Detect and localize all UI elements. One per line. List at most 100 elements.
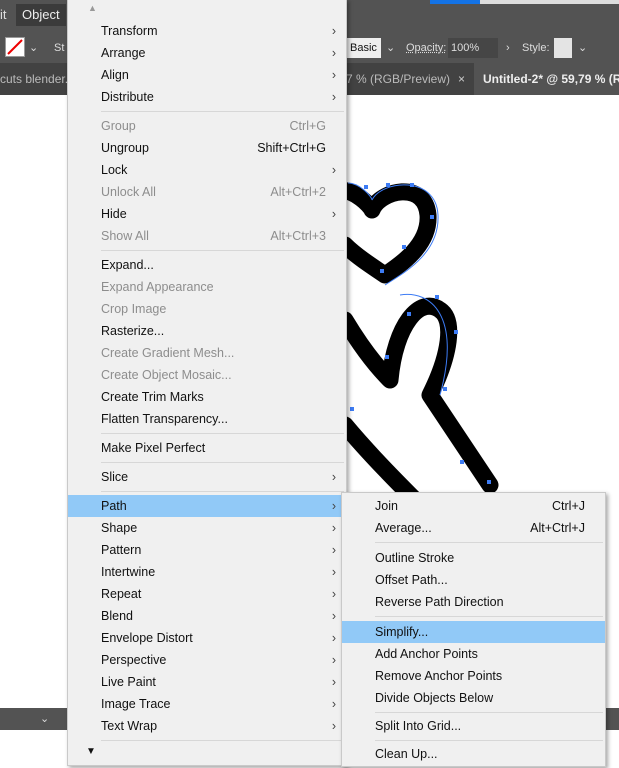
menu-object[interactable]: Object (16, 4, 66, 26)
menu-item-label: Group (101, 119, 136, 133)
menu-item-label: Create Object Mosaic... (101, 368, 232, 382)
chevron-right-icon: › (331, 470, 336, 484)
menu-item-intertwine[interactable]: Intertwine › (68, 561, 346, 583)
menu-item-add-anchor-points[interactable]: Add Anchor Points (342, 643, 605, 665)
menu-item-label: Outline Stroke (375, 551, 455, 565)
menu-item-average[interactable]: Average... Alt+Ctrl+J (342, 517, 605, 539)
menu-item-label: Perspective (101, 653, 167, 667)
menu-item-blend[interactable]: Blend › (68, 605, 346, 627)
menu-item-label: Crop Image (101, 302, 167, 316)
menu-edit[interactable]: it (0, 4, 7, 26)
menu-item-label: Join (375, 499, 398, 513)
shortcut-label: Ctrl+J (552, 499, 585, 513)
shortcut-label: Ctrl+G (289, 119, 326, 133)
menu-item-label: Offset Path... (375, 573, 448, 587)
menu-item-label: Simplify... (375, 625, 429, 639)
brush-select[interactable]: Basic (346, 38, 381, 58)
menu-item-reverse-path-direction[interactable]: Reverse Path Direction (342, 591, 605, 613)
menu-item-unlock-all: Unlock All Alt+Ctrl+2 (68, 181, 346, 203)
menu-item-label: Intertwine (101, 565, 156, 579)
menu-item-join[interactable]: Join Ctrl+J (342, 495, 605, 517)
chevron-right-icon: › (331, 24, 336, 38)
menu-item-label: Create Gradient Mesh... (101, 346, 235, 360)
menu-item-remove-anchor-points[interactable]: Remove Anchor Points (342, 665, 605, 687)
menu-item-label: Image Trace (101, 697, 171, 711)
menu-item-path[interactable]: Path › (68, 495, 346, 517)
menu-separator (101, 250, 344, 251)
menu-item-create-trim-marks[interactable]: Create Trim Marks (68, 386, 346, 408)
menu-item-shape[interactable]: Shape › (68, 517, 346, 539)
menu-item-align[interactable]: Align › (68, 64, 346, 86)
menu-separator (101, 462, 344, 463)
menu-item-arrange[interactable]: Arrange › (68, 42, 346, 64)
menu-item-flatten-transparency[interactable]: Flatten Transparency... (68, 408, 346, 430)
menu-item-label: Text Wrap (101, 719, 158, 733)
menu-item-label: Create Trim Marks (101, 390, 204, 404)
menu-item-rasterize[interactable]: Rasterize... (68, 320, 346, 342)
menu-item-label: Blend (101, 609, 133, 623)
chevron-down-icon[interactable]: ⌄ (386, 38, 395, 58)
menu-item-repeat[interactable]: Repeat › (68, 583, 346, 605)
tab-doc-1[interactable]: cuts blender. (0, 63, 68, 95)
menu-item-expand[interactable]: Expand... (68, 254, 346, 276)
menu-separator (101, 433, 344, 434)
menu-item-label: Split Into Grid... (375, 719, 462, 733)
menu-item-perspective[interactable]: Perspective › (68, 649, 346, 671)
shortcut-label: Shift+Ctrl+G (257, 141, 326, 155)
menu-separator (375, 616, 603, 617)
menu-item-transform[interactable]: Transform › (68, 20, 346, 42)
chevron-down-icon[interactable]: ⌄ (578, 38, 587, 58)
menu-item-simplify[interactable]: Simplify... (342, 621, 605, 643)
menu-item-label: Flatten Transparency... (101, 412, 228, 426)
chevron-right-icon: › (331, 587, 336, 601)
menu-item-show-all: Show All Alt+Ctrl+3 (68, 225, 346, 247)
style-swatch[interactable] (554, 38, 572, 58)
path-submenu: Join Ctrl+J Average... Alt+Ctrl+J Outline St… (341, 492, 606, 767)
menu-item-divide-objects-below[interactable]: Divide Objects Below (342, 687, 605, 709)
chevron-right-icon: › (331, 675, 336, 689)
menu-item-lock[interactable]: Lock › (68, 159, 346, 181)
close-icon[interactable]: × (458, 63, 465, 95)
menu-item-live-paint[interactable]: Live Paint › (68, 671, 346, 693)
menu-item-offset-path[interactable]: Offset Path... (342, 569, 605, 591)
chevron-down-icon[interactable]: ⌄ (29, 38, 38, 58)
menu-item-slice[interactable]: Slice › (68, 466, 346, 488)
menu-item-make-pixel-perfect[interactable]: Make Pixel Perfect (68, 437, 346, 459)
accent-bar-2 (480, 0, 619, 4)
menu-item-pattern[interactable]: Pattern › (68, 539, 346, 561)
menu-item-create-gradient-mesh: Create Gradient Mesh... (68, 342, 346, 364)
opacity-input[interactable]: 100% (448, 38, 498, 58)
scroll-down-arrow-icon[interactable]: ▼ (86, 746, 96, 757)
tab-doc-2[interactable]: 7 % (RGB/Preview) (346, 63, 450, 95)
menu-item-text-wrap[interactable]: Text Wrap › (68, 715, 346, 737)
menu-item-envelope-distort[interactable]: Envelope Distort › (68, 627, 346, 649)
chevron-right-icon[interactable]: › (506, 38, 510, 58)
menu-separator (101, 491, 344, 492)
menu-item-label: Arrange (101, 46, 146, 60)
menu-item-label: Live Paint (101, 675, 156, 689)
menu-item-label: Make Pixel Perfect (101, 441, 206, 455)
menu-item-label: Transform (101, 24, 158, 38)
menu-item-hide[interactable]: Hide › (68, 203, 346, 225)
menu-item-group: Group Ctrl+G (68, 115, 346, 137)
chevron-right-icon: › (331, 521, 336, 535)
menu-item-label: Expand... (101, 258, 154, 272)
tab-doc-active[interactable]: Untitled-2* @ 59,79 % (RG (474, 63, 619, 95)
accent-bar (430, 0, 480, 4)
chevron-right-icon: › (331, 46, 336, 60)
object-menu: ▲ ▼ Transform › Arrange › Align › Distribute › G… (67, 0, 347, 766)
menu-item-clean-up[interactable]: Clean Up... (342, 743, 605, 765)
chevron-right-icon: › (331, 719, 336, 733)
menu-item-image-trace[interactable]: Image Trace › (68, 693, 346, 715)
stroke-swatch-none[interactable] (5, 37, 25, 57)
opacity-label[interactable]: Opacity: (406, 38, 446, 58)
scroll-up-arrow-icon[interactable]: ▲ (88, 3, 97, 13)
menu-item-split-into-grid[interactable]: Split Into Grid... (342, 715, 605, 737)
menu-item-distribute[interactable]: Distribute › (68, 86, 346, 108)
menu-item-label: Hide (101, 207, 127, 221)
menu-item-outline-stroke[interactable]: Outline Stroke (342, 547, 605, 569)
menu-item-ungroup[interactable]: Ungroup Shift+Ctrl+G (68, 137, 346, 159)
chevron-right-icon: › (331, 543, 336, 557)
chevron-down-icon[interactable]: ⌄ (40, 709, 49, 729)
menu-item-label: Shape (101, 521, 138, 535)
